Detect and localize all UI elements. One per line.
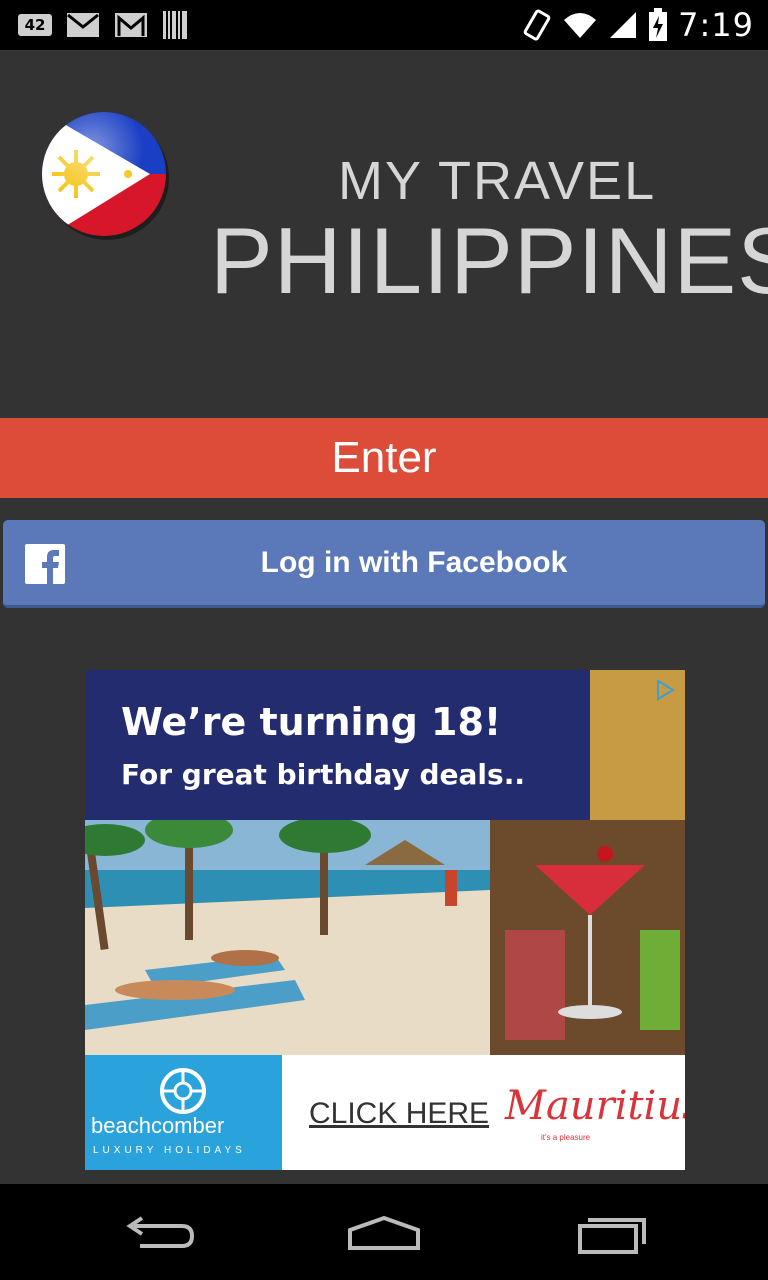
mauritius-logo: Mauritius — [505, 1083, 685, 1129]
ad-subline: For great birthday deals.. — [121, 758, 525, 791]
navigation-bar — [0, 1184, 768, 1280]
enter-button-label: Enter — [331, 433, 437, 482]
philippines-flag-icon — [40, 110, 172, 242]
beachcomber-logo-icon — [160, 1068, 206, 1114]
gmail-icon — [67, 13, 99, 37]
enter-button[interactable]: Enter — [0, 418, 768, 498]
notification-count-badge: 42 — [18, 14, 52, 36]
facebook-login-label: Log in with Facebook — [260, 545, 568, 579]
app-title-line2: PHILIPPINES — [210, 208, 768, 313]
mauritius-tagline: it's a pleasure — [541, 1133, 591, 1142]
battery-icon — [649, 8, 668, 41]
ad-footer: beachcomber LUXURY HOLIDAYS CLICK HERE M… — [85, 1055, 685, 1170]
beachcomber-logo-box: beachcomber LUXURY HOLIDAYS — [85, 1055, 282, 1170]
clock: 7:19 — [678, 6, 754, 44]
vibrate-icon — [523, 9, 551, 41]
beachcomber-brand: beachcomber — [91, 1113, 225, 1138]
app-title-line1: MY TRAVEL — [338, 151, 657, 211]
signal-icon — [610, 12, 637, 38]
recents-icon[interactable] — [570, 1212, 650, 1256]
home-icon[interactable] — [344, 1212, 424, 1256]
advertisement-banner[interactable]: We’re turning 18! For great birthday dea… — [85, 670, 685, 1170]
app-header: MY TRAVEL PHILIPPINES — [0, 50, 768, 418]
wifi-icon — [564, 13, 597, 38]
adchoices-icon[interactable] — [653, 678, 677, 702]
ad-headline: We’re turning 18! — [121, 700, 502, 744]
ad-headline-banner: We’re turning 18! For great birthday dea… — [85, 670, 590, 820]
status-bar: 42 7:19 — [0, 0, 768, 50]
facebook-login-button[interactable]: Log in with Facebook — [3, 520, 765, 608]
beachcomber-tagline: LUXURY HOLIDAYS — [93, 1145, 246, 1156]
ad-click-here-link[interactable]: CLICK HERE — [309, 1097, 489, 1131]
back-icon[interactable] — [120, 1212, 200, 1256]
gmail-icon — [115, 13, 147, 37]
status-bar-left: 42 — [18, 8, 188, 42]
barcode-icon — [163, 11, 187, 39]
status-bar-right: 7:19 — [522, 6, 754, 44]
